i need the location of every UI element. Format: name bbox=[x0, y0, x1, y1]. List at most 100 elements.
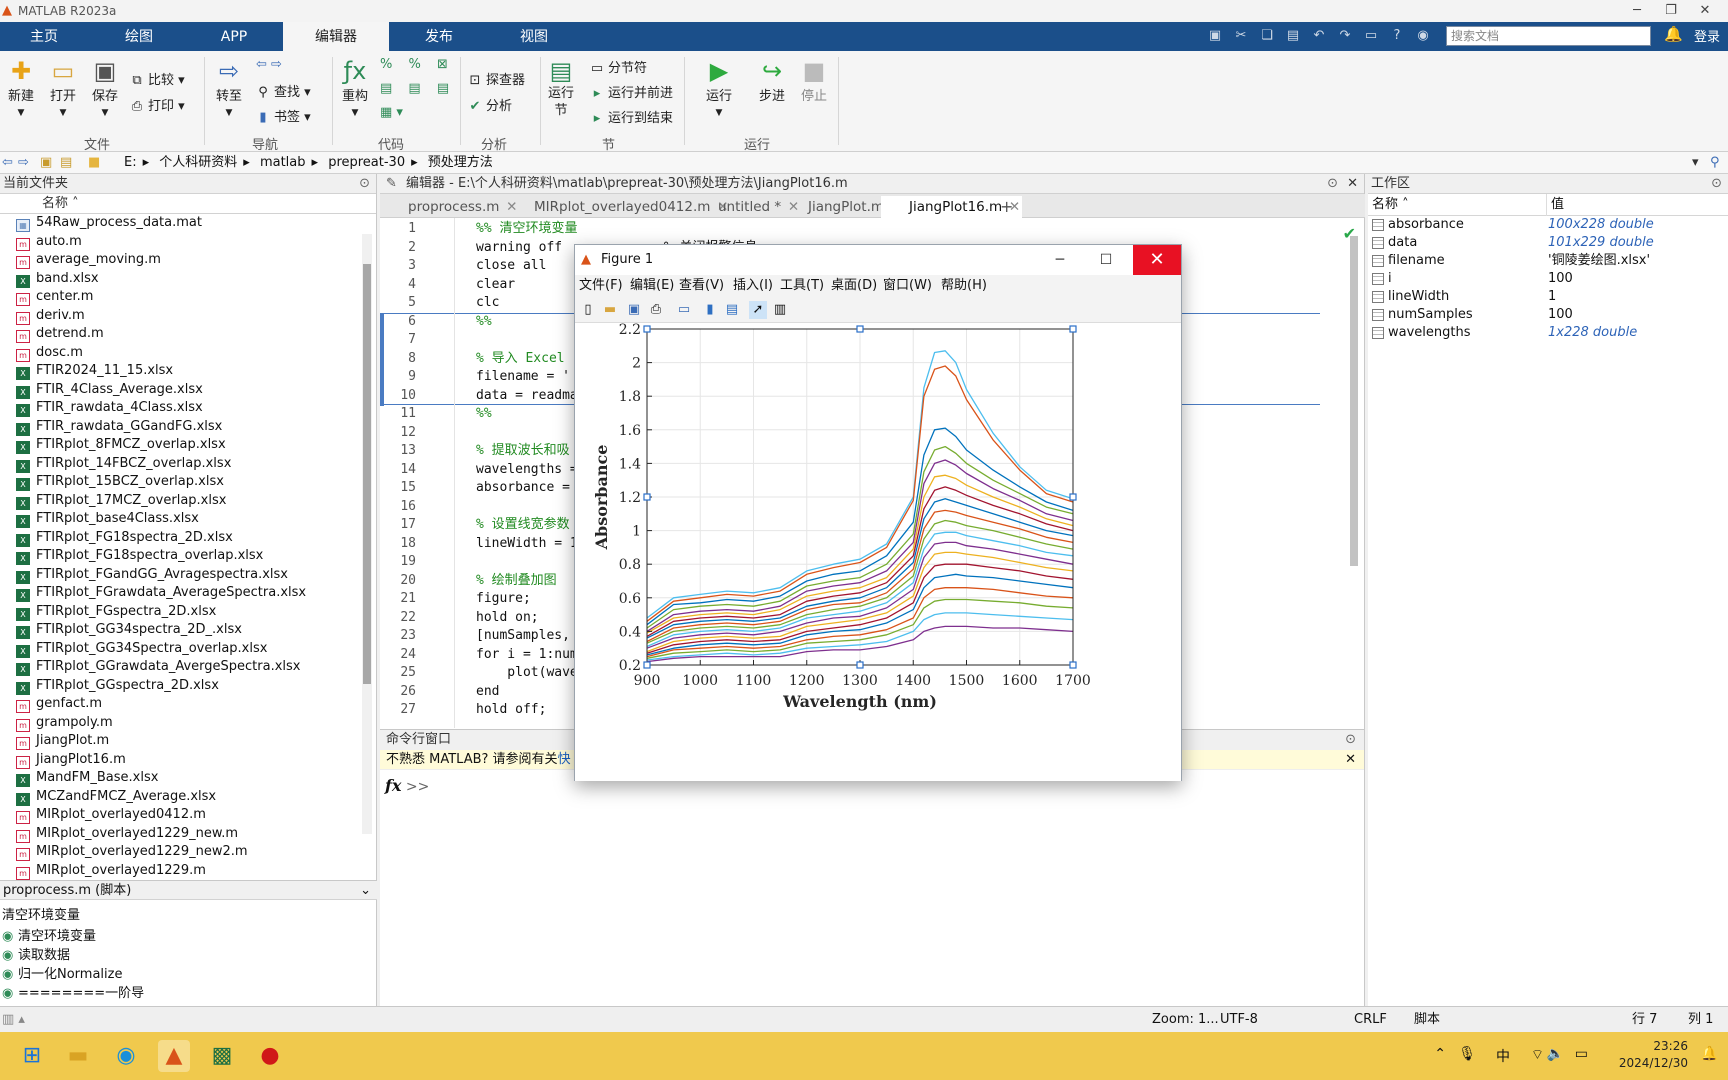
selection-handle[interactable] bbox=[856, 325, 864, 333]
file-list-item[interactable]: m MIRplot_overlayed0412.m bbox=[0, 806, 360, 825]
new-button[interactable]: ✚ 新建 ▼ bbox=[2, 57, 40, 119]
notification-bell-icon[interactable]: 🔔 bbox=[1664, 25, 1683, 43]
workspace-variable-row[interactable]: filename '铜陵姜绘图.xlsx' bbox=[1368, 252, 1728, 270]
breadcrumb-item[interactable]: 个人科研资料 bbox=[159, 155, 237, 170]
excel-icon[interactable]: ▩ bbox=[206, 1040, 238, 1072]
address-dropdown-icon[interactable]: ▾ bbox=[1692, 152, 1699, 174]
menu-help[interactable]: 帮助(H) bbox=[941, 275, 987, 297]
menu-window[interactable]: 窗口(W) bbox=[883, 275, 932, 297]
minimize-icon[interactable]: ─ bbox=[1620, 0, 1654, 22]
file-list-item[interactable]: X FTIRplot_8FMCZ_overlap.xlsx bbox=[0, 436, 360, 455]
refactor-button[interactable]: ƒx 重构 ▼ bbox=[336, 57, 374, 119]
tab-plots[interactable]: 绘图 bbox=[95, 22, 183, 51]
selection-handle[interactable] bbox=[1069, 493, 1077, 501]
minimize-icon[interactable]: ─ bbox=[1037, 245, 1083, 275]
panel-actions-icon[interactable]: ⊙ bbox=[1327, 174, 1338, 194]
forward-arrow-icon[interactable]: ⇨ bbox=[18, 152, 29, 174]
login-link[interactable]: 登录 bbox=[1694, 26, 1720, 45]
bookmark-button[interactable]: ▮ 书签 ▾ bbox=[254, 106, 310, 125]
menu-desktop[interactable]: 桌面(D) bbox=[831, 275, 877, 297]
menu-edit[interactable]: 编辑(E) bbox=[630, 275, 674, 297]
breadcrumb-item[interactable]: prepreat-30 bbox=[328, 155, 405, 170]
absorbance-chart[interactable]: 900 1000 1100 1200 1300 1400 1500 1600 1700 0.2 0.… bbox=[575, 322, 1181, 781]
file-list-item[interactable]: X FTIRplot_FGandGG_Avragespectra.xlsx bbox=[0, 566, 360, 585]
indent-icons[interactable]: ▤ ▤ ▤ bbox=[380, 81, 455, 96]
file-list-item[interactable]: Xband.xlsx bbox=[0, 270, 360, 289]
save-button[interactable]: ▣ 保存 ▼ bbox=[86, 57, 124, 119]
legend-icon[interactable]: ▤ bbox=[723, 301, 741, 319]
link-plot-icon[interactable]: ▭ bbox=[675, 301, 693, 319]
tab-publish[interactable]: 发布 bbox=[395, 22, 483, 51]
microphone-icon[interactable]: 🎙 bbox=[1458, 1046, 1476, 1062]
breadcrumb-item[interactable]: matlab bbox=[260, 155, 306, 170]
outline-item[interactable]: ◉ 清空环境变量 bbox=[0, 927, 360, 946]
help-icon[interactable]: ? bbox=[1386, 26, 1408, 46]
file-list-item[interactable]: X FTIRplot_FG18spectra_2D.xlsx bbox=[0, 529, 360, 548]
figure-window[interactable]: ▲ Figure 1 ─ ☐ ✕ 文件(F) 编辑(E) 查看(V) 插入(I)… bbox=[574, 244, 1182, 781]
selection-handle[interactable] bbox=[643, 493, 651, 501]
file-list-item[interactable]: X FTIRplot_GGrawdata_AvergeSpectra.xlsx bbox=[0, 658, 360, 677]
goto-button[interactable]: ⇨ 转至 ▼ bbox=[210, 57, 248, 119]
file-list-item[interactable]: m JiangPlot16.m bbox=[0, 751, 360, 770]
nav-back-icon[interactable]: ⇦ ⇨ bbox=[256, 57, 282, 72]
workspace-variable-row[interactable]: numSamples 100 bbox=[1368, 306, 1728, 324]
file-list-item[interactable]: X FTIRplot_GG34Spectra_overlap.xlsx bbox=[0, 640, 360, 659]
file-list-item[interactable]: X FTIRplot_FGrawdata_AverageSpectra.xlsx bbox=[0, 584, 360, 603]
details-header[interactable]: proprocess.m (脚本) ⌄ bbox=[0, 880, 377, 900]
save-figure-icon[interactable]: ▣ bbox=[625, 301, 643, 319]
selection-handle[interactable] bbox=[643, 325, 651, 333]
open-file-icon[interactable]: ▬ bbox=[601, 301, 619, 319]
workspace-variable-row[interactable]: lineWidth 1 bbox=[1368, 288, 1728, 306]
selection-handle[interactable] bbox=[643, 661, 651, 669]
save-icon[interactable]: ▣ bbox=[1204, 26, 1226, 46]
selection-handle[interactable] bbox=[1069, 661, 1077, 669]
file-list-item[interactable]: m MIRplot_overlayed1229_new2.m bbox=[0, 843, 360, 862]
file-list-item[interactable]: X FTIR_4Class_Average.xlsx bbox=[0, 381, 360, 400]
file-list-item[interactable]: m genfact.m bbox=[0, 695, 360, 714]
cut-icon[interactable]: ✂ bbox=[1230, 26, 1252, 46]
file-list-item[interactable]: m center.m bbox=[0, 288, 360, 307]
panel-actions-icon[interactable]: ⊙ bbox=[1711, 174, 1722, 194]
recorder-icon[interactable]: ● bbox=[254, 1040, 286, 1072]
panel-actions-icon[interactable]: ⊙ bbox=[1345, 730, 1356, 750]
redo-icon[interactable]: ↷ bbox=[1334, 26, 1356, 46]
compare-button[interactable]: ⧉ 比较 ▾ bbox=[128, 69, 184, 88]
clock[interactable]: 23:26 2024/12/30 bbox=[1619, 1038, 1688, 1072]
up-folder-icon[interactable]: ▣ bbox=[40, 152, 52, 174]
workspace-variable-row[interactable]: absorbance 100x228 double bbox=[1368, 216, 1728, 234]
code-line[interactable]: 1 %% 清空环境变量 bbox=[380, 220, 1320, 239]
tab-home[interactable]: 主页 bbox=[0, 22, 88, 51]
property-inspector-icon[interactable]: ▥ bbox=[771, 301, 789, 319]
menu-view[interactable]: 查看(V) bbox=[679, 275, 724, 297]
close-notice-icon[interactable]: ✕ bbox=[1345, 750, 1356, 770]
close-figure-button[interactable]: ✕ bbox=[1133, 245, 1181, 275]
close-icon[interactable]: ✕ bbox=[1688, 0, 1722, 22]
file-list-item[interactable]: m deriv.m bbox=[0, 307, 360, 326]
file-list-item[interactable]: X FTIRplot_GGspectra_2D.xlsx bbox=[0, 677, 360, 696]
edge-icon[interactable]: ◉ bbox=[110, 1040, 142, 1072]
panel-actions-icon[interactable]: ⊙ bbox=[359, 174, 370, 194]
run-button[interactable]: ▶ 运行 ▼ bbox=[700, 57, 738, 119]
file-list-item[interactable]: X FTIR2024_11_15.xlsx bbox=[0, 362, 360, 381]
file-list-item[interactable]: m grampoly.m bbox=[0, 714, 360, 733]
stop-button[interactable]: ■ 停止 bbox=[796, 57, 832, 104]
edit-plot-pointer-icon[interactable]: ➚ bbox=[749, 301, 767, 319]
community-icon[interactable]: ◉ bbox=[1412, 26, 1434, 46]
plot-area[interactable]: 900 1000 1100 1200 1300 1400 1500 1600 1700 0.2 0.… bbox=[575, 322, 1181, 781]
run-to-end-button[interactable]: ▸ 运行到结束 bbox=[588, 107, 673, 126]
chevron-up-icon[interactable]: ⌃ bbox=[1434, 1046, 1446, 1062]
smart-indent-icon[interactable]: ▦ ▾ bbox=[380, 105, 403, 120]
tab-editor[interactable]: 编辑器 bbox=[283, 22, 389, 51]
menu-file[interactable]: 文件(F) bbox=[579, 275, 623, 297]
find-button[interactable]: ⚲ 查找 ▾ bbox=[254, 81, 310, 100]
file-explorer-icon[interactable]: ▬ bbox=[62, 1040, 94, 1072]
switch-windows-icon[interactable]: ▭ bbox=[1360, 26, 1382, 46]
volume-icon[interactable]: 🔈 bbox=[1547, 1046, 1564, 1062]
menu-insert[interactable]: 插入(I) bbox=[733, 275, 773, 297]
tab-view[interactable]: 视图 bbox=[490, 22, 578, 51]
outline-item[interactable]: ◉ ========一阶导 bbox=[0, 984, 360, 1003]
menu-tools[interactable]: 工具(T) bbox=[780, 275, 824, 297]
file-list-item[interactable]: X FTIRplot_FGspectra_2D.xlsx bbox=[0, 603, 360, 622]
new-figure-icon[interactable]: ▯ bbox=[579, 301, 597, 319]
maximize-icon[interactable]: ❐ bbox=[1654, 0, 1688, 22]
